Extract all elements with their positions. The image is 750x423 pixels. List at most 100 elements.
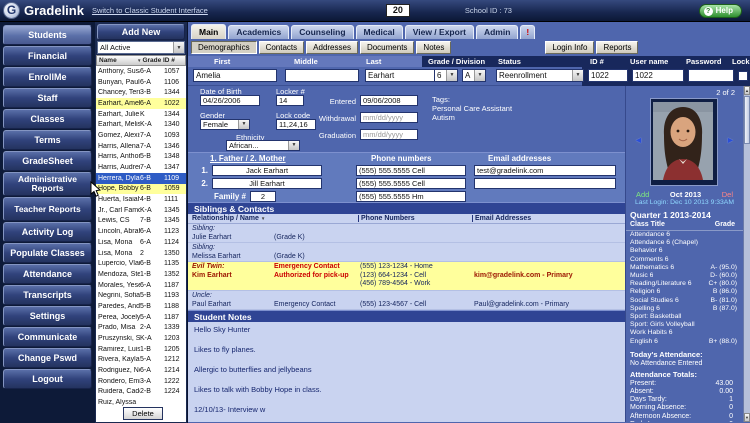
parent-phone-field[interactable]: (555) 555.5555 Cell — [356, 178, 466, 189]
contacts-column-name[interactable]: Relationship / Name — [188, 215, 358, 222]
help-button[interactable]: Help — [699, 4, 742, 18]
sub-tab-button[interactable]: Addresses — [306, 41, 358, 54]
student-row[interactable]: Mendoza, Steven 1-B 1352 — [96, 269, 186, 280]
student-row[interactable]: Anthony, Susan B 6-A 1057 — [96, 66, 186, 77]
chevron-down-icon[interactable] — [446, 70, 457, 81]
sidebar-item[interactable]: Terms — [3, 130, 92, 150]
student-row[interactable]: Harris, Allena 7-A 1346 — [96, 141, 186, 152]
scroll-up-icon[interactable] — [744, 86, 750, 95]
student-row[interactable]: Rondero, Emma 3-A 1222 — [96, 376, 186, 387]
parent-phone-field[interactable]: (555) 555.5555 Cell — [356, 165, 466, 176]
lock-code-field[interactable]: 11,24,16 — [276, 119, 316, 130]
sidebar-item[interactable]: Change Pswd — [3, 348, 92, 368]
student-row[interactable]: Chancey, Terry D 3-B 1344 — [96, 87, 186, 98]
middle-name-field[interactable] — [285, 69, 359, 82]
scrollbar-thumb[interactable] — [744, 96, 750, 144]
grade-select[interactable]: 6 — [434, 69, 458, 82]
photo-delete-link[interactable]: Del — [722, 190, 733, 199]
student-row[interactable]: Paredes, Andrew 5-B 1188 — [96, 301, 186, 312]
entered-field[interactable]: 09/06/2008 — [360, 95, 418, 106]
student-id-field[interactable]: 1022 — [588, 69, 628, 82]
action-button[interactable]: Reports — [596, 41, 638, 54]
photo-next-icon[interactable] — [726, 135, 735, 145]
sidebar-item[interactable]: Transcripts — [3, 285, 92, 305]
student-row[interactable]: Prado, Misa 2-A 1339 — [96, 323, 186, 334]
main-tab[interactable]: Academics — [228, 25, 289, 39]
student-row[interactable]: Earhart, Julie K 1344 — [96, 109, 186, 120]
password-field[interactable] — [688, 69, 734, 82]
sidebar-item[interactable]: Classes — [3, 109, 92, 129]
student-row[interactable]: Rodriguez, Noelle 6-A 1214 — [96, 365, 186, 376]
main-tab[interactable]: ! — [520, 25, 535, 39]
sidebar-item[interactable]: Populate Classes — [3, 243, 92, 263]
parent-name-field[interactable]: Jill Earhart — [212, 178, 322, 189]
sub-tab-button[interactable]: Documents — [360, 41, 414, 54]
ethnicity-select[interactable]: African... — [226, 140, 300, 151]
chevron-down-icon[interactable] — [238, 120, 249, 129]
student-row[interactable]: Perea, Jocelyn 5-A 1187 — [96, 312, 186, 323]
sidebar-item[interactable]: EnrollMe — [3, 67, 92, 87]
parent-email-field[interactable]: test@gradelink.com — [474, 165, 616, 176]
chevron-down-icon[interactable] — [474, 70, 485, 81]
gender-select[interactable]: Female — [200, 119, 250, 130]
main-tab[interactable]: Medical — [356, 25, 403, 39]
student-row[interactable]: Harris, Audrena 7-A 1347 — [96, 162, 186, 173]
student-row[interactable]: Lupercio, Vlani 6-B 1135 — [96, 258, 186, 269]
student-row[interactable]: Lisa, Mona 2 1350 — [96, 248, 186, 259]
division-select[interactable]: A — [462, 69, 486, 82]
action-button[interactable]: Login Info — [545, 41, 594, 54]
student-row[interactable]: Ramirez, Luis 1-B 1205 — [96, 344, 186, 355]
student-row[interactable]: Negrini, Sofia 5-B 1193 — [96, 290, 186, 301]
student-row[interactable]: Pruszynski, Savanna K-A 1203 — [96, 333, 186, 344]
dob-field[interactable]: 04/26/2006 — [200, 95, 260, 106]
main-tab[interactable]: Counseling — [291, 25, 353, 39]
student-row[interactable]: Lincoln, Abraham B 6-A 1123 — [96, 226, 186, 237]
family-phone-field[interactable]: (555) 555.5555 Hm — [356, 191, 466, 202]
sidebar-item[interactable]: Administrative Reports — [3, 172, 92, 196]
sub-tab-button[interactable]: Notes — [416, 41, 451, 54]
sidebar-item[interactable]: Financial — [3, 46, 92, 66]
student-row[interactable]: Earhart, Melissa K-A 1340 — [96, 119, 186, 130]
contact-row[interactable]: Sibling: Julie Earhart (Grade K) — [188, 224, 625, 243]
main-tab[interactable]: Main — [191, 24, 226, 39]
student-row[interactable]: Jr., Carl Famous K-A 1345 — [96, 205, 186, 216]
main-tab[interactable]: View / Export — [405, 25, 474, 39]
student-row[interactable]: Morales, Yesenia 6-A 1187 — [96, 280, 186, 291]
sidebar-item[interactable]: Teacher Reports — [3, 197, 92, 221]
student-row[interactable]: Lisa, Mona 6-A 1124 — [96, 237, 186, 248]
lock-checkbox[interactable] — [738, 71, 748, 81]
sidebar-item[interactable]: GradeSheet — [3, 151, 92, 171]
sidebar-item[interactable]: Attendance — [3, 264, 92, 284]
chevron-down-icon[interactable] — [572, 70, 583, 81]
sidebar-item[interactable]: Communicate — [3, 327, 92, 347]
sub-tab-button[interactable]: Demographics — [191, 41, 257, 54]
sub-tab-button[interactable]: Contacts — [259, 41, 305, 54]
contact-row[interactable]: Uncle: Paul Earhart Emergency Contact (5… — [188, 291, 625, 310]
withdrawal-field[interactable]: mm/dd/yyyy — [360, 112, 418, 123]
column-grade[interactable]: Grade — [137, 57, 163, 64]
student-row[interactable]: Ruidera, Caden 2-B 1224 — [96, 387, 186, 398]
sidebar-item[interactable]: Settings — [3, 306, 92, 326]
sidebar-item[interactable]: Activity Log — [3, 222, 92, 242]
sidebar-item[interactable]: Staff — [3, 88, 92, 108]
switch-classic-link[interactable]: Switch to Classic Student Interface — [92, 6, 208, 15]
main-tab[interactable]: Admin — [476, 25, 518, 39]
sidebar-item[interactable]: Students — [3, 25, 92, 45]
parent-name-field[interactable]: Jack Earhart — [212, 165, 322, 176]
status-select[interactable]: Reenrollment — [496, 69, 584, 82]
locker-field[interactable]: 14 — [276, 95, 304, 106]
graduation-field[interactable]: mm/dd/yyyy — [360, 129, 418, 140]
vertical-scrollbar[interactable] — [743, 86, 750, 422]
chevron-down-icon[interactable] — [173, 42, 184, 53]
family-number-field[interactable]: 2 — [250, 191, 276, 202]
contact-row[interactable]: Sibling: Melissa Earhart (Grade K) — [188, 243, 625, 262]
student-row[interactable]: Lewis, CS 7-B 1345 — [96, 216, 186, 227]
column-id[interactable]: ID # — [163, 57, 185, 64]
student-row[interactable]: Bunyan, Paul 6-A 1106 — [96, 77, 186, 88]
contact-row[interactable]: Evil Twin: Kim Earhart Emergency Contact… — [188, 262, 625, 291]
student-filter-select[interactable]: All Active — [97, 41, 185, 54]
first-name-field[interactable]: Amelia — [193, 69, 277, 82]
sidebar-item[interactable]: Logout — [3, 369, 92, 389]
student-row[interactable]: Hope, Bobby 6-B 1059 — [96, 184, 186, 195]
photo-prev-icon[interactable] — [634, 135, 643, 145]
